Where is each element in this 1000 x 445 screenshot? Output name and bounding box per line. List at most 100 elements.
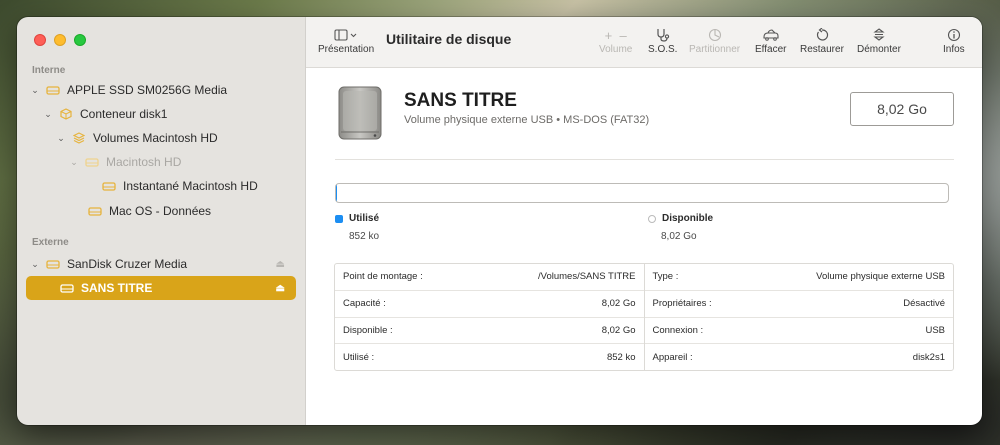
info-key: Capacité : (343, 298, 386, 310)
eraser-icon (762, 26, 780, 44)
eject-icon[interactable]: ⏏ (276, 283, 285, 294)
partition-button[interactable]: Partitionner (689, 26, 740, 55)
sidebar-item-label: Mac OS - Données (109, 204, 212, 218)
stack-icon (71, 132, 87, 144)
sidebar-item-label: SANS TITRE (81, 281, 153, 295)
window-title: Utilitaire de disque (386, 31, 512, 47)
info-key: Disponible : (343, 324, 393, 336)
info-key: Utilisé : (343, 351, 375, 363)
close-button[interactable] (34, 34, 46, 46)
volume-size-badge: 8,02 Go (850, 92, 954, 126)
info-row: Propriétaires : Désactivé (644, 289, 953, 317)
drive-icon (45, 84, 61, 96)
info-row: Appareil : disk2s1 (644, 343, 953, 370)
free-value: 8,02 Go (661, 231, 697, 242)
restore-icon (815, 26, 829, 44)
volume-label: Volume (599, 44, 633, 55)
restore-label: Restaurer (800, 44, 844, 55)
used-swatch-icon (335, 214, 343, 223)
drive-icon (84, 156, 100, 168)
section-label-external: Externe (32, 237, 69, 248)
sidebar-item-label: Conteneur disk1 (80, 107, 168, 121)
sidebar: Interne ⌄ APPLE SSD SM0256G Media ⌄ Cont… (17, 17, 306, 425)
section-label-internal: Interne (32, 65, 66, 76)
sidebar-item-apple-ssd[interactable]: ⌄ APPLE SSD SM0256G Media (29, 79, 227, 101)
info-row: Connexion : USB (644, 316, 953, 344)
free-label: Disponible (662, 213, 714, 224)
free-swatch-icon (648, 214, 656, 223)
divider (335, 159, 954, 160)
drive-icon (101, 180, 117, 192)
sidebar-item-sandisk[interactable]: ⌄ SanDisk Cruzer Media ⏏ (29, 253, 297, 275)
info-row: Point de montage : /Volumes/SANS TITRE (335, 264, 644, 290)
sidebar-item-macintosh-hd[interactable]: ⌄ Macintosh HD (68, 151, 181, 173)
info-value: disk2s1 (912, 351, 945, 363)
chevron-down-icon[interactable]: ⌄ (55, 133, 67, 144)
toolbar: Présentation Utilitaire de disque + – Vo… (306, 17, 982, 68)
info-row: Disponible : 8,02 Go (335, 316, 644, 344)
sidebar-item-container[interactable]: ⌄ Conteneur disk1 (42, 103, 167, 125)
used-label: Utilisé (349, 213, 380, 224)
drive-icon (45, 258, 61, 270)
zoom-button[interactable] (74, 34, 86, 46)
usage-bar-used (336, 184, 337, 202)
volume-details: SANS TITRE Volume physique externe USB •… (306, 68, 982, 425)
chevron-down-icon[interactable]: ⌄ (29, 259, 41, 270)
info-row: Capacité : 8,02 Go (335, 289, 644, 317)
sidebar-item-macos-data[interactable]: Mac OS - Données (87, 200, 211, 222)
eject-icon[interactable]: ⏏ (276, 259, 285, 270)
info-key: Type : (652, 271, 679, 283)
legend-free: Disponible (648, 213, 713, 224)
drive-icon (87, 205, 103, 217)
sidebar-toggle-icon (334, 26, 358, 44)
info-icon (947, 26, 961, 44)
chevron-down-icon[interactable]: ⌄ (42, 109, 54, 120)
unmount-label: Démonter (857, 44, 901, 55)
sidebar-item-sans-titre[interactable]: SANS TITRE ⏏ (59, 277, 297, 299)
usage-bar (335, 183, 949, 203)
sidebar-item-label: Macintosh HD (106, 155, 182, 169)
info-button[interactable]: Infos (943, 26, 965, 55)
erase-button[interactable]: Effacer (755, 26, 787, 55)
used-value: 852 ko (349, 231, 380, 242)
partition-label: Partitionner (689, 44, 741, 55)
pie-chart-icon (708, 26, 722, 44)
info-column-right: Type : Volume physique externe USB Propri… (643, 264, 954, 370)
info-value: 8,02 Go (601, 298, 636, 310)
sidebar-item-label: SanDisk Cruzer Media (67, 257, 188, 271)
unmount-button[interactable]: Démonter (857, 26, 901, 55)
external-drive-icon (338, 86, 382, 140)
drive-icon (59, 282, 75, 294)
sidebar-item-volumes-macintosh-hd[interactable]: ⌄ Volumes Macintosh HD (55, 127, 218, 149)
info-row: Type : Volume physique externe USB (645, 264, 954, 290)
info-key: Connexion : (652, 324, 704, 336)
sos-label: S.O.S. (648, 44, 678, 55)
info-value: USB (925, 324, 945, 336)
sidebar-item-label: APPLE SSD SM0256G Media (67, 83, 228, 97)
info-key: Propriétaires : (652, 298, 712, 310)
info-row: Utilisé : 852 ko (335, 343, 644, 370)
info-column-left: Point de montage : /Volumes/SANS TITRE Ca… (335, 264, 644, 370)
chevron-down-icon[interactable]: ⌄ (29, 85, 41, 96)
info-key: Appareil : (652, 351, 693, 363)
volume-button[interactable]: + – Volume (599, 26, 633, 56)
erase-label: Effacer (755, 44, 787, 55)
stethoscope-icon (655, 26, 671, 44)
info-value: /Volumes/SANS TITRE (538, 271, 636, 283)
first-aid-button[interactable]: S.O.S. (648, 26, 677, 55)
sidebar-item-label: Volumes Macintosh HD (93, 131, 218, 145)
unmount-icon (872, 26, 886, 44)
info-label: Infos (943, 44, 965, 55)
sidebar-item-snapshot[interactable]: Instantané Macintosh HD (101, 175, 258, 197)
minimize-button[interactable] (54, 34, 66, 46)
volume-name: SANS TITRE (404, 90, 517, 111)
restore-button[interactable]: Restaurer (800, 26, 844, 55)
view-button[interactable]: Présentation (318, 26, 374, 55)
main-panel: Présentation Utilitaire de disque + – Vo… (306, 17, 982, 425)
chevron-down-icon[interactable]: ⌄ (68, 157, 80, 168)
container-icon (58, 108, 74, 120)
info-value: Volume physique externe USB (816, 271, 945, 283)
window-controls (34, 34, 86, 46)
info-value: 852 ko (606, 351, 636, 363)
info-table: Point de montage : /Volumes/SANS TITRE Ca… (334, 263, 954, 371)
